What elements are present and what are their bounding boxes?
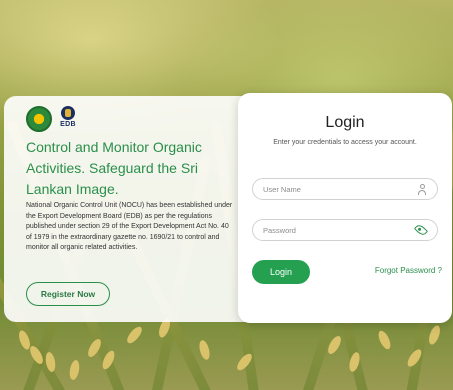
rice-grain [426, 324, 443, 346]
hero-description: National Organic Control Unit (NOCU) has… [26, 202, 233, 251]
rice-grain [197, 339, 212, 361]
register-now-button[interactable]: Register Now [26, 282, 110, 306]
username-input[interactable] [263, 184, 417, 194]
hero-headline: Control and Monitor Organic Activities. … [26, 139, 202, 197]
login-subtitle: Enter your credentials to access your ac… [273, 139, 417, 146]
username-field[interactable] [252, 178, 438, 200]
rice-grain [68, 359, 81, 381]
logo-group: EDB [26, 106, 78, 132]
eye-icon[interactable] [413, 222, 429, 238]
login-title: Login [325, 114, 365, 131]
edb-logo: EDB [58, 106, 78, 132]
edb-logo-text: EDB [60, 121, 76, 128]
organic-unit-logo [26, 106, 52, 132]
rice-grain [376, 329, 393, 351]
rice-grain [124, 324, 145, 346]
login-button[interactable]: Login [252, 260, 310, 284]
password-field[interactable] [252, 219, 438, 241]
user-icon [417, 183, 427, 195]
password-input[interactable] [263, 225, 415, 235]
edb-logo-mark [61, 106, 75, 120]
forgot-password-link[interactable]: Forgot Password ? [340, 266, 442, 275]
